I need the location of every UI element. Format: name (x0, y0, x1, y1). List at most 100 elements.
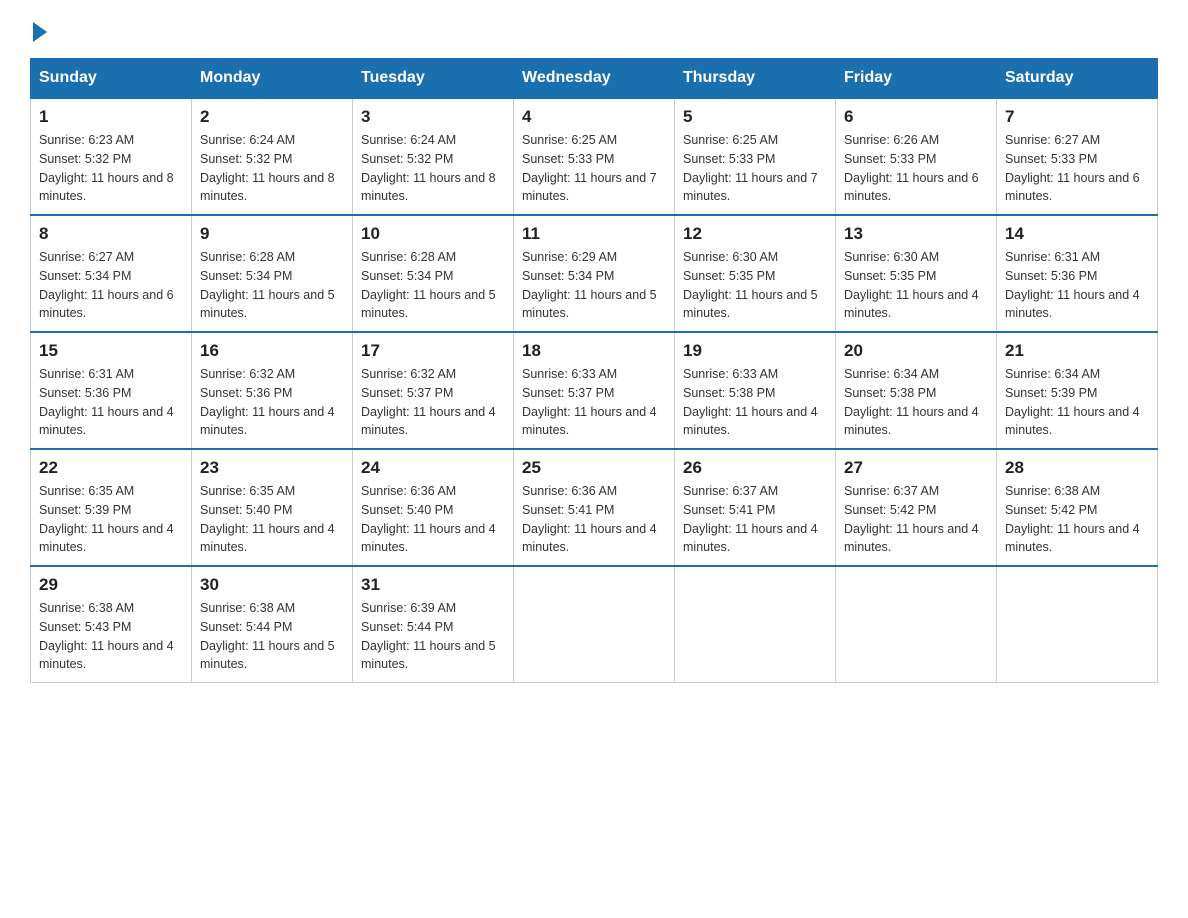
day-number: 1 (39, 107, 183, 127)
day-info: Sunrise: 6:29 AM Sunset: 5:34 PM Dayligh… (522, 248, 666, 323)
day-info: Sunrise: 6:34 AM Sunset: 5:38 PM Dayligh… (844, 365, 988, 440)
day-number: 14 (1005, 224, 1149, 244)
day-number: 22 (39, 458, 183, 478)
day-number: 18 (522, 341, 666, 361)
day-number: 13 (844, 224, 988, 244)
calendar-cell: 1 Sunrise: 6:23 AM Sunset: 5:32 PM Dayli… (31, 98, 192, 215)
day-number: 2 (200, 107, 344, 127)
calendar-cell: 7 Sunrise: 6:27 AM Sunset: 5:33 PM Dayli… (997, 98, 1158, 215)
calendar-cell: 14 Sunrise: 6:31 AM Sunset: 5:36 PM Dayl… (997, 215, 1158, 332)
day-info: Sunrise: 6:25 AM Sunset: 5:33 PM Dayligh… (683, 131, 827, 206)
day-number: 4 (522, 107, 666, 127)
day-number: 23 (200, 458, 344, 478)
day-number: 17 (361, 341, 505, 361)
calendar-cell: 25 Sunrise: 6:36 AM Sunset: 5:41 PM Dayl… (514, 449, 675, 566)
calendar-cell: 22 Sunrise: 6:35 AM Sunset: 5:39 PM Dayl… (31, 449, 192, 566)
day-number: 12 (683, 224, 827, 244)
calendar-cell: 27 Sunrise: 6:37 AM Sunset: 5:42 PM Dayl… (836, 449, 997, 566)
day-info: Sunrise: 6:32 AM Sunset: 5:36 PM Dayligh… (200, 365, 344, 440)
calendar-cell: 23 Sunrise: 6:35 AM Sunset: 5:40 PM Dayl… (192, 449, 353, 566)
calendar-week-row: 8 Sunrise: 6:27 AM Sunset: 5:34 PM Dayli… (31, 215, 1158, 332)
calendar-cell: 24 Sunrise: 6:36 AM Sunset: 5:40 PM Dayl… (353, 449, 514, 566)
day-number: 29 (39, 575, 183, 595)
day-number: 25 (522, 458, 666, 478)
day-number: 7 (1005, 107, 1149, 127)
day-info: Sunrise: 6:34 AM Sunset: 5:39 PM Dayligh… (1005, 365, 1149, 440)
calendar-week-row: 15 Sunrise: 6:31 AM Sunset: 5:36 PM Dayl… (31, 332, 1158, 449)
day-number: 19 (683, 341, 827, 361)
day-number: 8 (39, 224, 183, 244)
calendar-cell: 13 Sunrise: 6:30 AM Sunset: 5:35 PM Dayl… (836, 215, 997, 332)
calendar-cell (997, 566, 1158, 683)
day-info: Sunrise: 6:24 AM Sunset: 5:32 PM Dayligh… (200, 131, 344, 206)
weekday-header-sunday: Sunday (31, 59, 192, 99)
day-info: Sunrise: 6:30 AM Sunset: 5:35 PM Dayligh… (844, 248, 988, 323)
calendar-cell: 5 Sunrise: 6:25 AM Sunset: 5:33 PM Dayli… (675, 98, 836, 215)
calendar-table: SundayMondayTuesdayWednesdayThursdayFrid… (30, 58, 1158, 683)
day-number: 9 (200, 224, 344, 244)
calendar-header-row: SundayMondayTuesdayWednesdayThursdayFrid… (31, 59, 1158, 99)
calendar-cell: 18 Sunrise: 6:33 AM Sunset: 5:37 PM Dayl… (514, 332, 675, 449)
calendar-cell: 4 Sunrise: 6:25 AM Sunset: 5:33 PM Dayli… (514, 98, 675, 215)
day-info: Sunrise: 6:33 AM Sunset: 5:38 PM Dayligh… (683, 365, 827, 440)
calendar-week-row: 22 Sunrise: 6:35 AM Sunset: 5:39 PM Dayl… (31, 449, 1158, 566)
day-number: 11 (522, 224, 666, 244)
calendar-cell: 10 Sunrise: 6:28 AM Sunset: 5:34 PM Dayl… (353, 215, 514, 332)
day-info: Sunrise: 6:35 AM Sunset: 5:40 PM Dayligh… (200, 482, 344, 557)
day-info: Sunrise: 6:39 AM Sunset: 5:44 PM Dayligh… (361, 599, 505, 674)
day-info: Sunrise: 6:26 AM Sunset: 5:33 PM Dayligh… (844, 131, 988, 206)
day-number: 31 (361, 575, 505, 595)
calendar-cell: 31 Sunrise: 6:39 AM Sunset: 5:44 PM Dayl… (353, 566, 514, 683)
day-info: Sunrise: 6:36 AM Sunset: 5:41 PM Dayligh… (522, 482, 666, 557)
day-number: 3 (361, 107, 505, 127)
calendar-cell: 28 Sunrise: 6:38 AM Sunset: 5:42 PM Dayl… (997, 449, 1158, 566)
day-info: Sunrise: 6:33 AM Sunset: 5:37 PM Dayligh… (522, 365, 666, 440)
day-number: 28 (1005, 458, 1149, 478)
day-number: 27 (844, 458, 988, 478)
day-info: Sunrise: 6:31 AM Sunset: 5:36 PM Dayligh… (39, 365, 183, 440)
day-info: Sunrise: 6:28 AM Sunset: 5:34 PM Dayligh… (200, 248, 344, 323)
day-info: Sunrise: 6:27 AM Sunset: 5:34 PM Dayligh… (39, 248, 183, 323)
day-info: Sunrise: 6:37 AM Sunset: 5:41 PM Dayligh… (683, 482, 827, 557)
calendar-cell: 17 Sunrise: 6:32 AM Sunset: 5:37 PM Dayl… (353, 332, 514, 449)
day-info: Sunrise: 6:35 AM Sunset: 5:39 PM Dayligh… (39, 482, 183, 557)
weekday-header-thursday: Thursday (675, 59, 836, 99)
day-info: Sunrise: 6:23 AM Sunset: 5:32 PM Dayligh… (39, 131, 183, 206)
logo-triangle-icon (33, 22, 47, 42)
day-number: 16 (200, 341, 344, 361)
calendar-cell (514, 566, 675, 683)
calendar-cell: 3 Sunrise: 6:24 AM Sunset: 5:32 PM Dayli… (353, 98, 514, 215)
calendar-week-row: 29 Sunrise: 6:38 AM Sunset: 5:43 PM Dayl… (31, 566, 1158, 683)
calendar-week-row: 1 Sunrise: 6:23 AM Sunset: 5:32 PM Dayli… (31, 98, 1158, 215)
weekday-header-monday: Monday (192, 59, 353, 99)
day-info: Sunrise: 6:32 AM Sunset: 5:37 PM Dayligh… (361, 365, 505, 440)
day-info: Sunrise: 6:38 AM Sunset: 5:44 PM Dayligh… (200, 599, 344, 674)
day-number: 24 (361, 458, 505, 478)
calendar-cell: 16 Sunrise: 6:32 AM Sunset: 5:36 PM Dayl… (192, 332, 353, 449)
day-number: 30 (200, 575, 344, 595)
calendar-cell: 8 Sunrise: 6:27 AM Sunset: 5:34 PM Dayli… (31, 215, 192, 332)
page-header (30, 20, 1158, 42)
day-info: Sunrise: 6:36 AM Sunset: 5:40 PM Dayligh… (361, 482, 505, 557)
day-info: Sunrise: 6:38 AM Sunset: 5:43 PM Dayligh… (39, 599, 183, 674)
calendar-cell: 30 Sunrise: 6:38 AM Sunset: 5:44 PM Dayl… (192, 566, 353, 683)
calendar-cell: 9 Sunrise: 6:28 AM Sunset: 5:34 PM Dayli… (192, 215, 353, 332)
day-info: Sunrise: 6:25 AM Sunset: 5:33 PM Dayligh… (522, 131, 666, 206)
day-info: Sunrise: 6:30 AM Sunset: 5:35 PM Dayligh… (683, 248, 827, 323)
weekday-header-wednesday: Wednesday (514, 59, 675, 99)
day-number: 20 (844, 341, 988, 361)
calendar-cell: 12 Sunrise: 6:30 AM Sunset: 5:35 PM Dayl… (675, 215, 836, 332)
calendar-cell: 29 Sunrise: 6:38 AM Sunset: 5:43 PM Dayl… (31, 566, 192, 683)
day-number: 6 (844, 107, 988, 127)
day-number: 26 (683, 458, 827, 478)
calendar-cell: 21 Sunrise: 6:34 AM Sunset: 5:39 PM Dayl… (997, 332, 1158, 449)
calendar-cell (836, 566, 997, 683)
weekday-header-friday: Friday (836, 59, 997, 99)
calendar-cell: 11 Sunrise: 6:29 AM Sunset: 5:34 PM Dayl… (514, 215, 675, 332)
day-info: Sunrise: 6:24 AM Sunset: 5:32 PM Dayligh… (361, 131, 505, 206)
day-number: 5 (683, 107, 827, 127)
day-info: Sunrise: 6:37 AM Sunset: 5:42 PM Dayligh… (844, 482, 988, 557)
calendar-cell: 19 Sunrise: 6:33 AM Sunset: 5:38 PM Dayl… (675, 332, 836, 449)
weekday-header-tuesday: Tuesday (353, 59, 514, 99)
logo (30, 20, 47, 42)
